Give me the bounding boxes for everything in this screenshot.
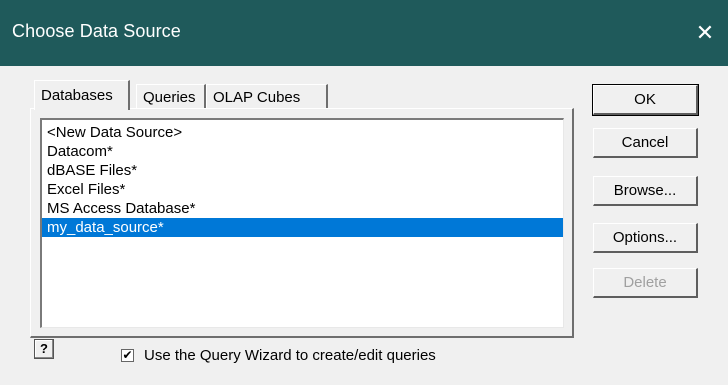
tab-databases[interactable]: Databases [34,80,130,110]
list-item-ms-access-database[interactable]: MS Access Database* [42,199,563,218]
ok-button[interactable]: OK [592,84,699,116]
tab-queries[interactable]: Queries [136,84,206,109]
browse-button[interactable]: Browse... [593,176,698,206]
tab-olap-cubes[interactable]: OLAP Cubes [206,84,328,109]
cancel-button[interactable]: Cancel [593,128,698,158]
close-icon[interactable]: ✕ [682,0,728,66]
list-item-new-data-source[interactable]: <New Data Source> [42,123,563,142]
help-icon[interactable]: ? [34,339,54,359]
title-bar: Choose Data Source ✕ [0,0,728,66]
delete-button: Delete [593,268,698,298]
options-button[interactable]: Options... [593,223,698,253]
list-item-excel-files[interactable]: Excel Files* [42,180,563,199]
data-source-list[interactable]: <New Data Source> Datacom* dBASE Files* … [40,118,564,328]
query-wizard-label[interactable]: Use the Query Wizard to create/edit quer… [144,347,436,364]
query-wizard-checkbox[interactable]: ✔ [121,348,134,362]
window-title: Choose Data Source [12,21,181,41]
query-wizard-option[interactable]: ✔ Use the Query Wizard to create/edit qu… [121,344,436,366]
list-item-dbase-files[interactable]: dBASE Files* [42,161,563,180]
list-item-my-data-source[interactable]: my_data_source* [42,218,563,237]
list-item-datacom[interactable]: Datacom* [42,142,563,161]
dialog-body: Databases Queries OLAP Cubes <New Data S… [0,66,728,385]
